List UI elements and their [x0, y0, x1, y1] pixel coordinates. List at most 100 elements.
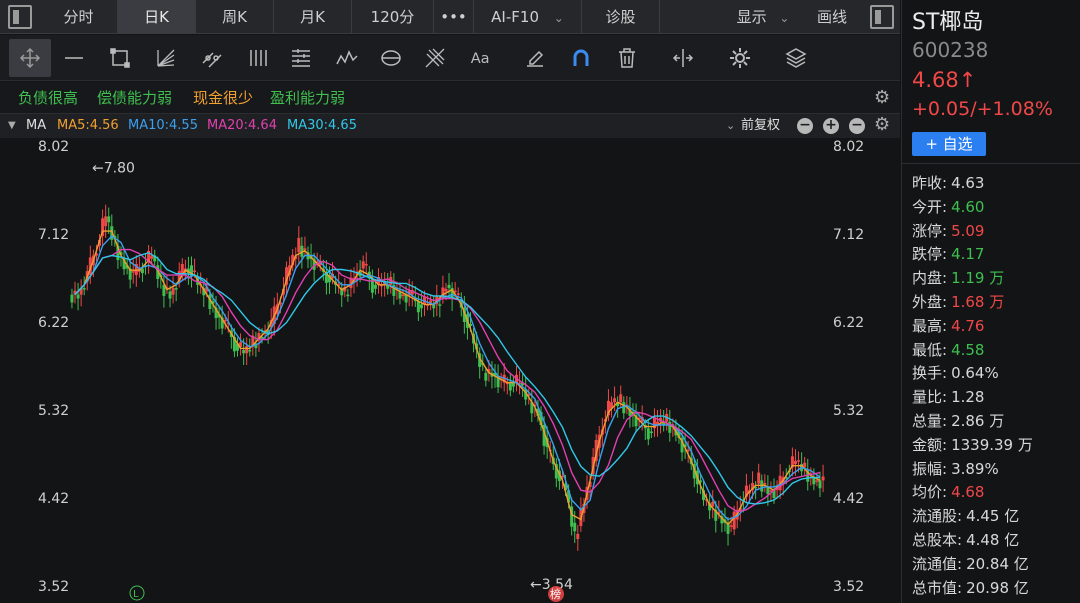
y-tick-label: 6.22 — [38, 315, 69, 331]
candle-body — [803, 462, 807, 468]
candles — [70, 204, 825, 551]
y-tick-label: 5.32 — [833, 403, 864, 419]
quote-stat-value: 1.19 万 — [951, 269, 1005, 288]
wave-icon[interactable] — [326, 39, 368, 77]
quote-stat-label: 总量: — [912, 412, 948, 430]
tag-high-debt[interactable]: 负债很高 — [18, 87, 78, 108]
settings-icon[interactable] — [719, 39, 761, 77]
adjust-mode[interactable]: 前复权 — [741, 114, 780, 138]
quote-stat-value: 0.64% — [951, 364, 999, 383]
tab-daily-k[interactable]: 日K — [118, 0, 196, 34]
quote-stat-label: 内盘: — [912, 269, 948, 288]
cycle-icon[interactable] — [370, 39, 412, 77]
plus-icon[interactable]: + — [823, 118, 839, 134]
settings-icon[interactable]: ⚙ — [874, 113, 890, 137]
tab-120min[interactable]: 120分 — [352, 0, 434, 34]
candle-body — [242, 350, 246, 354]
candle-body — [622, 402, 626, 414]
candle-body — [401, 294, 405, 297]
sidebar-toggle-icon[interactable] — [8, 5, 32, 29]
quote-stat-label: 流通股: — [912, 507, 963, 526]
vertical-lines-icon[interactable] — [237, 39, 279, 77]
candle-body — [797, 460, 801, 462]
quote-stat-row: 内盘: 1.19 万 — [912, 267, 1004, 288]
text-box-icon[interactable] — [280, 39, 322, 77]
candle-body — [303, 248, 307, 250]
rect-icon[interactable] — [99, 39, 141, 77]
collapse-icon[interactable]: ▼ — [8, 114, 16, 138]
layers-icon[interactable] — [775, 39, 817, 77]
magnet-icon[interactable] — [560, 39, 602, 77]
quote-stat-value: 4.45 亿 — [966, 507, 1020, 526]
y-tick-label: 5.32 — [38, 403, 69, 419]
quote-stat-row: 最低: 4.58 — [912, 339, 984, 360]
candle-body — [732, 511, 736, 530]
quote-stat-value: 2.86 万 — [951, 412, 1005, 430]
minus-icon[interactable]: − — [849, 118, 865, 134]
quote-stat-label: 昨收: — [912, 174, 948, 192]
more-tabs-button[interactable]: ••• — [434, 0, 474, 34]
crosshair-icon[interactable] — [9, 39, 51, 77]
tab-intraday[interactable]: 分时 — [40, 0, 118, 34]
quote-stat-row: 均价: 4.68 — [912, 481, 984, 502]
candle-body — [171, 288, 175, 295]
quote-stat-label: 均价: — [912, 483, 948, 502]
candle-body — [729, 525, 733, 527]
quote-stat-label: 跌停: — [912, 245, 948, 264]
tab-weekly-k[interactable]: 周K — [196, 0, 274, 34]
quote-stat-label: 总股本: — [912, 531, 963, 549]
add-watchlist-button[interactable]: + 自选 — [912, 132, 986, 156]
compare-icon[interactable] — [662, 39, 704, 77]
quote-stat-label: 量比: — [912, 388, 948, 407]
text-icon[interactable]: Aa — [460, 39, 502, 77]
candle-body — [131, 271, 135, 273]
candle-body — [70, 294, 74, 303]
period-tab-bar: 分时 日K 周K 月K 120分 ••• AI-F10 ⌄ 诊股 显示 ⌄ 画线 — [0, 0, 900, 34]
tab-ai-f10[interactable]: AI-F10 ⌄ — [474, 0, 582, 34]
candle-body — [447, 284, 451, 289]
candle-body — [140, 268, 144, 274]
y-tick-label: 3.52 — [833, 579, 864, 595]
candle-body — [104, 216, 108, 227]
tab-monthly-k[interactable]: 月K — [274, 0, 352, 34]
chevron-down-icon[interactable]: ⌄ — [726, 114, 735, 138]
stock-price: 4.68↑ — [912, 68, 977, 92]
fib-icon[interactable] — [414, 39, 456, 77]
candle-body — [444, 288, 448, 292]
y-axis-right: 8.02 7.12 6.22 5.32 4.42 3.52 — [833, 139, 864, 595]
settings-icon[interactable]: ⚙ — [874, 87, 890, 108]
ma-title: MA — [26, 118, 47, 133]
y-axis-left: 8.02 7.12 6.22 5.32 4.42 3.52 — [38, 139, 69, 595]
candle-body — [419, 304, 423, 309]
candle-body — [82, 288, 86, 290]
minus-icon[interactable]: − — [797, 118, 813, 134]
pen-icon[interactable] — [514, 39, 556, 77]
quote-stat-label: 总市值: — [912, 578, 963, 597]
svg-text:Aa: Aa — [471, 50, 490, 67]
quote-stat-value: 4.17 — [951, 245, 985, 264]
display-dropdown[interactable]: 显示 ⌄ — [720, 0, 806, 34]
stock-name: ST椰岛 — [912, 10, 984, 35]
ma20-value: MA20:4.64 — [207, 118, 277, 133]
tag-low-cash[interactable]: 现金很少 — [193, 87, 253, 108]
kline-chart[interactable]: 8.02 7.12 6.22 5.32 4.42 3.52 8.02 7.12 6.22 5.3… — [0, 138, 900, 603]
trash-icon[interactable] — [606, 39, 648, 77]
candle-body — [456, 293, 460, 295]
candle-body — [484, 372, 488, 381]
candle-body — [76, 294, 80, 299]
quote-stat-row: 换手: 0.64% — [912, 362, 999, 383]
candle-body — [757, 472, 761, 484]
line-icon[interactable] — [53, 39, 95, 77]
fan-icon[interactable] — [145, 39, 187, 77]
tab-diagnose[interactable]: 诊股 — [582, 0, 660, 34]
ma20-line — [74, 248, 821, 513]
draw-button[interactable]: 画线 — [806, 0, 858, 34]
candle-body — [346, 294, 350, 297]
y-tick-label: 4.42 — [833, 491, 864, 507]
panel-toggle-icon[interactable] — [870, 5, 894, 29]
candle-body — [619, 394, 623, 403]
quote-stat-row: 总股本: 4.48 亿 — [912, 529, 1019, 550]
parallel-icon[interactable] — [191, 39, 233, 77]
tag-weak-profit[interactable]: 盈利能力弱 — [270, 87, 345, 108]
tag-weak-solvency[interactable]: 偿债能力弱 — [97, 87, 172, 108]
